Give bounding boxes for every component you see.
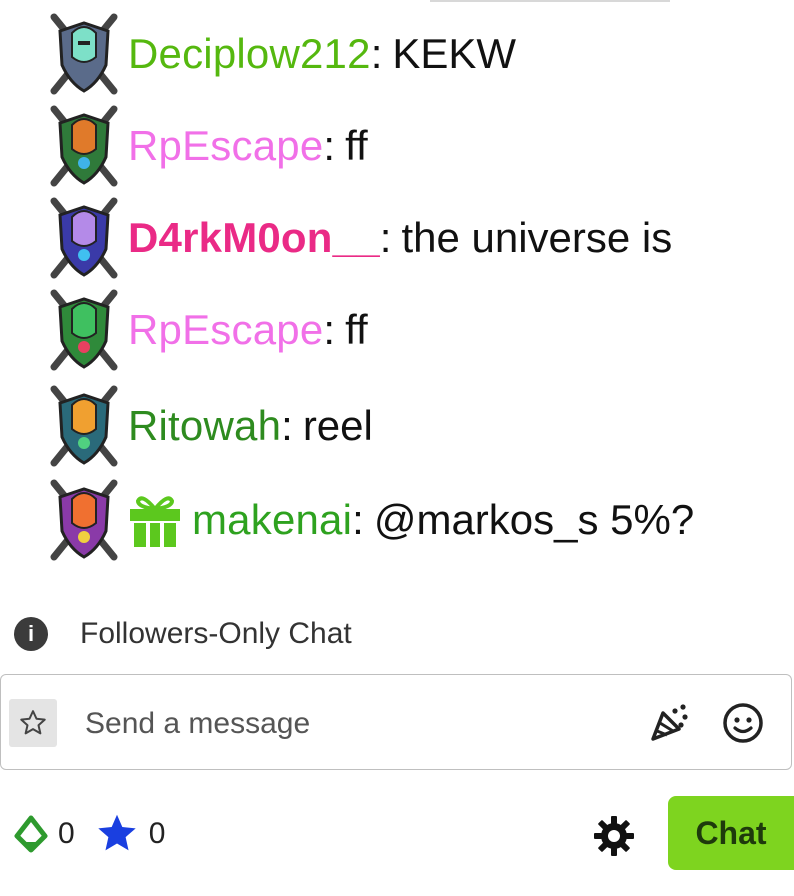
green-gem-icon [14,815,48,853]
chat-username[interactable]: RpEscape [128,122,323,170]
chat-message: RpEscape: ff [48,284,368,376]
chat-username[interactable]: Deciplow212 [128,30,371,78]
channel-points[interactable]: 0 0 [14,812,185,856]
top-divider [430,0,670,2]
followers-only-notice: i Followers-Only Chat [14,612,352,656]
knight-shield-badge-icon [50,197,118,279]
chat-message: makenai: @markos_s 5%? [48,474,694,566]
knight-shield-badge-icon [50,105,118,187]
chat-message-text: KEKW [392,30,517,77]
chat-username[interactable]: D4rkM0on__ [128,214,380,262]
chat-message-text: ff [345,122,368,169]
knight-shield-badge-icon [50,385,118,467]
gift-icon [130,496,180,547]
chat-footer: 0 0 Chat [0,796,794,872]
chat-send-button[interactable]: Chat [668,796,794,870]
chat-colon: : [379,214,392,261]
chat-message: D4rkM0on__: the universe is [48,192,672,284]
chat-message-text: reel [302,402,373,449]
chat-message-text: the universe is [401,214,673,261]
gem-count: 0 [58,817,75,850]
smiley-icon[interactable] [719,699,767,747]
followers-only-label: Followers-Only Chat [80,617,352,650]
chat-colon: : [323,122,336,169]
chat-message: Deciplow212: KEKW [48,8,516,100]
knight-shield-badge-icon [50,13,118,95]
chat-colon: : [370,30,383,77]
chat-message: Ritowah: reel [48,380,373,472]
knight-shield-badge-icon [50,479,118,561]
chat-colon: : [352,496,364,543]
chat-message: RpEscape: ff [48,100,368,192]
gear-icon[interactable] [592,814,636,858]
info-icon: i [14,617,48,651]
chat-input-box [0,674,792,770]
chat-colon: : [281,402,293,449]
chat-message-text: ff [345,306,368,353]
star-outline-icon[interactable] [9,699,57,747]
chat-username[interactable]: RpEscape [128,306,323,354]
party-popper-icon[interactable] [645,699,693,747]
chat-username[interactable]: Ritowah [128,402,281,450]
chat-message-input[interactable] [83,697,607,751]
knight-shield-badge-icon [50,289,118,371]
chat-username[interactable]: makenai [192,496,352,544]
star-count: 0 [148,817,166,850]
chat-colon: : [323,306,336,353]
blue-star-icon [97,814,136,851]
chat-message-text: @markos_s 5%? [373,496,695,543]
